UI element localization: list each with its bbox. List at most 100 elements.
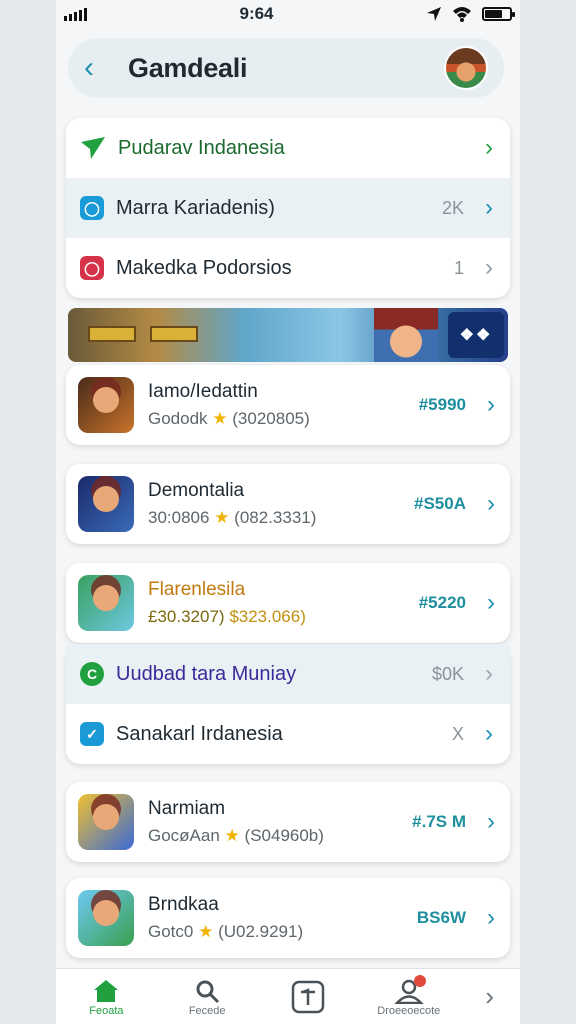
game-price: #S50A [414, 494, 466, 513]
tab-profile[interactable]: Droeeoecote [369, 974, 449, 1017]
game-title: Brndkaa [148, 894, 219, 915]
refresh-icon: C [80, 662, 104, 686]
ring-icon: ◯ [80, 256, 104, 280]
page-title: Gamdeali [128, 52, 248, 83]
menu-item-marra[interactable]: ◯ Marra Kariadenis) 2K › [66, 178, 510, 238]
chevron-right-icon: › [485, 254, 493, 281]
tab-more[interactable]: › [470, 981, 510, 1011]
game-card[interactable]: Brndkaa Gotc0 ★ (U02.9291) BS6W › [66, 878, 510, 958]
home-icon [94, 979, 119, 1002]
promo-banner[interactable]: ❖❖ [68, 308, 508, 362]
game-developer: Gododk [148, 409, 208, 428]
game-rating: (082.3331) [234, 508, 317, 527]
menu-item-makedka[interactable]: ◯ Makedka Podorsios 1 › [66, 238, 510, 298]
banner-sign [88, 326, 136, 342]
clock: 9:64 [239, 4, 274, 23]
game-thumbnail [78, 794, 134, 850]
back-icon[interactable]: ‹ [84, 53, 114, 83]
star-icon: ★ [224, 826, 240, 845]
tab-label: Feoata [89, 1004, 124, 1017]
menu-item-count: 1 [453, 257, 464, 278]
wifi-icon [453, 7, 471, 22]
game-card[interactable]: Iamo/Iedattin Gododk ★ (3020805) #5990 › [66, 365, 510, 445]
menu-card: Pudarav Indanesia › ◯ Marra Kariadenis) … [66, 118, 510, 298]
add-box-icon [291, 980, 325, 1013]
menu-item-sanakarl[interactable]: ✓ Sanakarl Irdanesia X › [66, 704, 510, 764]
game-price: #5990 [418, 395, 466, 414]
notification-badge-icon [413, 974, 426, 987]
menu-item-label: Makedka Podorsios [116, 256, 292, 279]
game-thumbnail [78, 890, 134, 946]
game-rating: (3020805) [232, 409, 310, 428]
menu-item-label: Pudarav Indanesia [118, 136, 285, 159]
game-thumbnail [78, 476, 134, 532]
chevron-right-icon: › [487, 589, 495, 616]
menu-item-label: Sanakarl Irdanesia [116, 722, 283, 745]
game-card[interactable]: Narmiam GocøAan ★ (S04960b) #.7S M › [66, 782, 510, 862]
tab-label: Droeeoecote [377, 1004, 441, 1017]
chevron-right-icon: › [487, 490, 495, 517]
game-row[interactable]: Brndkaa Gotc0 ★ (U02.9291) BS6W › [66, 878, 510, 958]
game-thumbnail [78, 377, 134, 433]
star-icon: ★ [214, 508, 230, 527]
menu-item-count: 2K [441, 197, 464, 218]
menu-item-count: X [451, 723, 464, 744]
game-developer: £30.3207) [148, 607, 225, 626]
game-developer: 30:0806 [148, 508, 210, 527]
bottom-tab-bar: Feoata Fecede Droeeoecote › [56, 968, 520, 1024]
chevron-right-icon: › [485, 194, 493, 221]
game-developer: GocøAan [148, 826, 220, 845]
battery-icon [482, 7, 515, 21]
tab-search[interactable]: Fecede [167, 977, 247, 1017]
menu-item-count: $0K [431, 663, 464, 684]
game-rating: (U02.9291) [218, 922, 304, 941]
game-price: #.7S M [412, 812, 466, 831]
game-title: Flarenlesila [148, 579, 246, 600]
check-icon: ✓ [80, 722, 104, 746]
chevron-right-icon: › [487, 391, 495, 418]
signal-icon [64, 7, 87, 21]
game-row[interactable]: Flarenlesila £30.3207) $323.066) #5220 › [66, 563, 510, 643]
game-card[interactable]: Demontalia 30:0806 ★ (082.3331) #S50A › [66, 464, 510, 544]
tab-add[interactable] [268, 980, 348, 1013]
banner-character [374, 308, 438, 362]
status-bar: 9:64 [56, 0, 520, 28]
chevron-right-icon: › [487, 904, 495, 931]
chevron-right-icon: › [485, 981, 494, 1011]
game-row[interactable]: Demontalia 30:0806 ★ (082.3331) #S50A › [66, 464, 510, 544]
game-developer: Gotc0 [148, 922, 194, 941]
tab-home[interactable]: Feoata [66, 977, 146, 1017]
star-icon: ★ [198, 922, 214, 941]
game-row[interactable]: Iamo/Iedattin Gododk ★ (3020805) #5990 › [66, 365, 510, 445]
game-thumbnail [78, 575, 134, 631]
menu-item-label: Marra Kariadenis) [116, 196, 275, 219]
game-rating: $323.066) [229, 607, 306, 626]
game-title: Narmiam [148, 798, 226, 819]
chevron-right-icon: › [485, 134, 493, 161]
star-icon: ★ [212, 409, 228, 428]
chevron-right-icon: › [487, 808, 495, 835]
search-icon [196, 980, 220, 1003]
game-price: BS6W [416, 908, 466, 927]
chevron-right-icon: › [485, 660, 493, 687]
game-price: #5220 [418, 593, 466, 612]
menu-item-pudarav[interactable]: Pudarav Indanesia › [66, 118, 510, 178]
chevron-right-icon: › [485, 720, 493, 747]
game-rating: (S04960b) [244, 826, 324, 845]
phone-screen: 9:64 ‹ Gamdeali Pudarav Indanesia › ◯ Ma… [56, 0, 520, 1024]
game-title: Iamo/Iedattin [148, 381, 258, 402]
send-icon [81, 137, 105, 159]
tag-icon: ◯ [80, 196, 104, 220]
tab-label: Fecede [188, 1004, 226, 1017]
menu-item-label: Uudbad tara Muniay [116, 662, 297, 685]
banner-badge: ❖❖ [448, 312, 504, 358]
game-card[interactable]: Flarenlesila £30.3207) $323.066) #5220 › [66, 563, 510, 643]
banner-sign [150, 326, 198, 342]
location-icon [427, 7, 441, 21]
game-row[interactable]: Narmiam GocøAan ★ (S04960b) #.7S M › [66, 782, 510, 862]
game-title: Demontalia [148, 480, 245, 501]
menu-item-uudbad[interactable]: C Uudbad tara Muniay $0K › [66, 644, 510, 704]
menu-card-secondary: C Uudbad tara Muniay $0K › ✓ Sanakarl Ir… [66, 644, 510, 764]
avatar[interactable] [444, 46, 488, 90]
app-header: ‹ Gamdeali [68, 38, 504, 98]
